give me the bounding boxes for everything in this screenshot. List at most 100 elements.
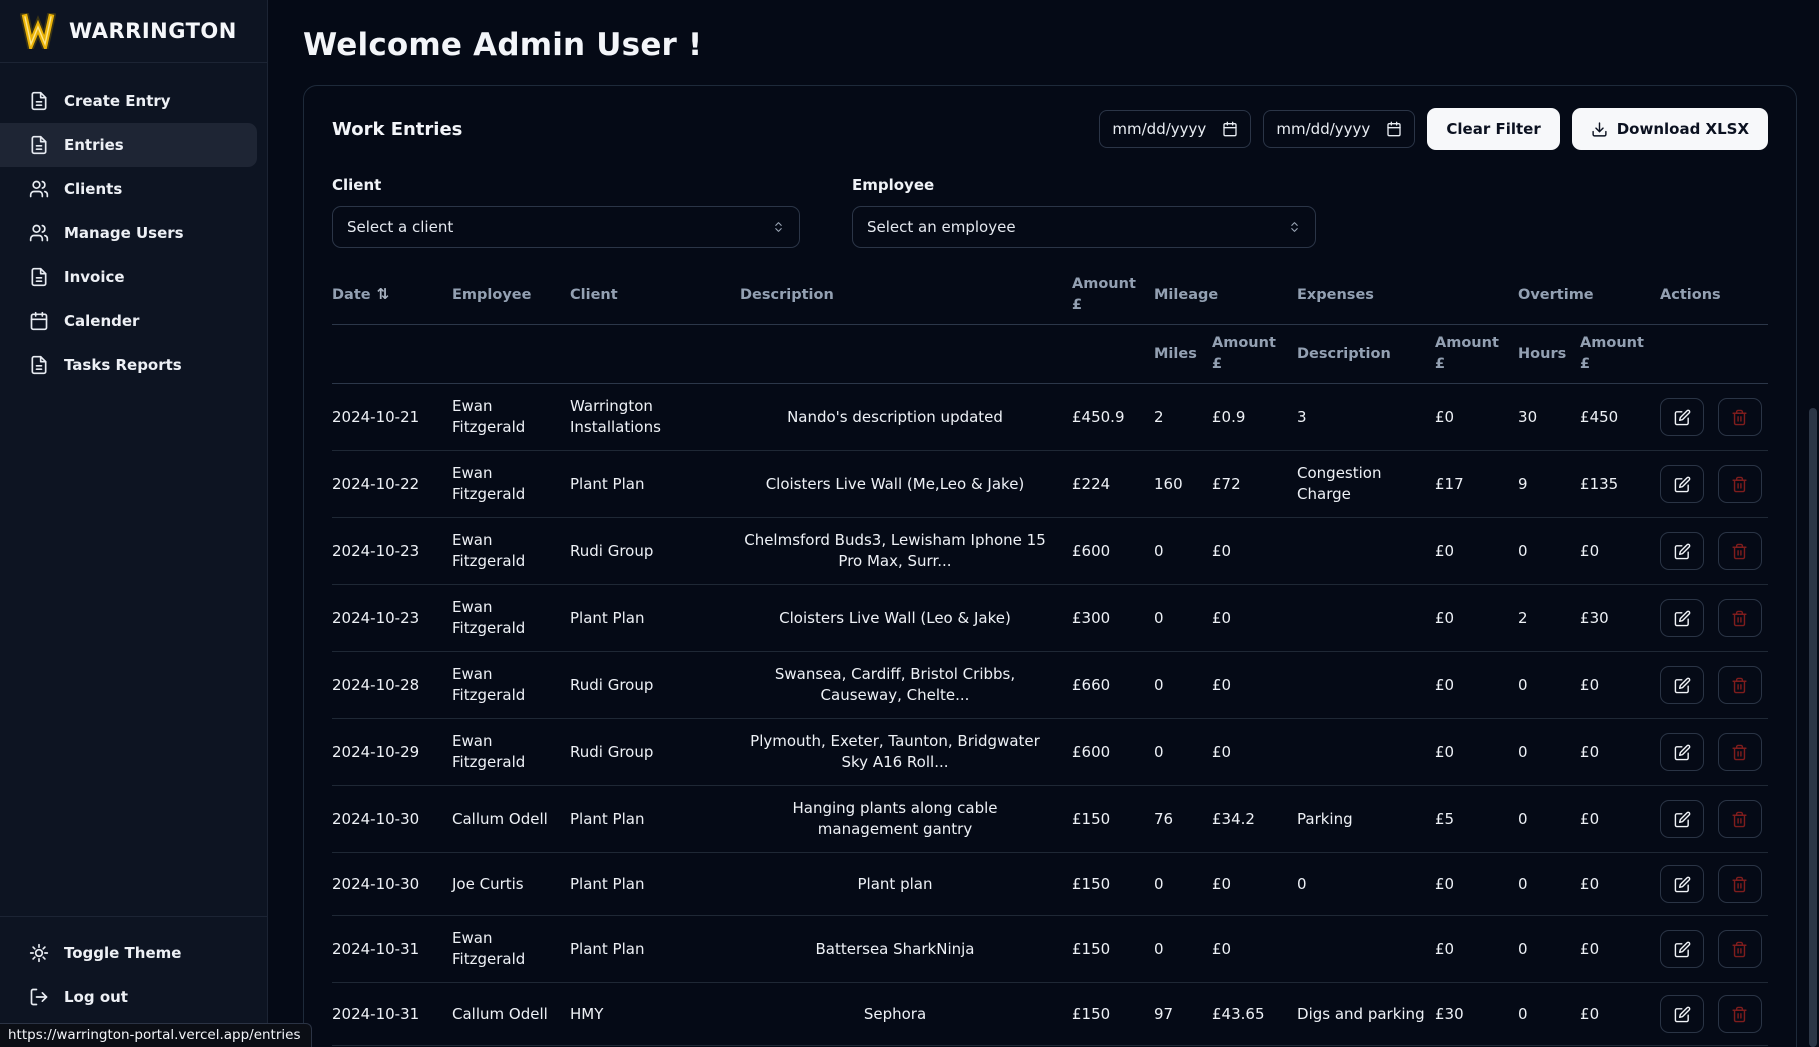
cell-overtime-amount: £30 xyxy=(1580,585,1660,652)
sidebar-item[interactable]: Manage Users xyxy=(0,211,267,255)
sidebar: WARRINGTON Create Entry Entries Clients … xyxy=(0,0,268,1047)
table-row: 2024-10-31 Ewan Fitzgerald Plant Plan Ba… xyxy=(332,916,1768,983)
cell-client: Plant Plan xyxy=(570,451,740,518)
edit-button[interactable] xyxy=(1660,930,1704,968)
edit-button[interactable] xyxy=(1660,995,1704,1033)
clear-filter-button[interactable]: Clear Filter xyxy=(1427,108,1559,150)
cell-description: Battersea SharkNinja xyxy=(740,916,1072,983)
cell-expenses-amount: £0 xyxy=(1435,384,1518,451)
cell-employee: Ewan Fitzgerald xyxy=(452,719,570,786)
trash-icon xyxy=(1731,941,1748,958)
cell-overtime-amount: £0 xyxy=(1580,652,1660,719)
cell-mileage-amount: £0.9 xyxy=(1212,384,1297,451)
cell-miles: 160 xyxy=(1154,451,1212,518)
delete-button[interactable] xyxy=(1718,398,1762,436)
edit-button[interactable] xyxy=(1660,398,1704,436)
cell-client: Plant Plan xyxy=(570,853,740,916)
brand-name: WARRINGTON xyxy=(69,19,237,43)
sidebar-item-icon xyxy=(29,91,49,111)
table-row: 2024-10-30 Callum Odell Plant Plan Hangi… xyxy=(332,786,1768,853)
cell-expenses-description: 3 xyxy=(1297,384,1435,451)
edit-button[interactable] xyxy=(1660,465,1704,503)
cell-miles: 0 xyxy=(1154,853,1212,916)
sidebar-item-icon xyxy=(29,179,49,199)
scrollbar[interactable] xyxy=(1809,408,1817,1047)
employee-select[interactable]: Select an employee xyxy=(852,206,1316,248)
col-subheader-mileage-amount: Amount £ xyxy=(1212,325,1297,384)
calendar-icon[interactable] xyxy=(1222,121,1238,137)
cell-hours: 30 xyxy=(1518,384,1580,451)
clear-filter-label: Clear Filter xyxy=(1446,120,1540,138)
edit-icon xyxy=(1674,409,1691,426)
trash-icon xyxy=(1731,543,1748,560)
edit-button[interactable] xyxy=(1660,666,1704,704)
cell-amount: £450.9 xyxy=(1072,384,1154,451)
cell-overtime-amount: £0 xyxy=(1580,983,1660,1046)
edit-button[interactable] xyxy=(1660,800,1704,838)
sidebar-item[interactable]: Invoice xyxy=(0,255,267,299)
delete-button[interactable] xyxy=(1718,930,1762,968)
date-to-input[interactable]: mm/dd/yyyy xyxy=(1263,110,1415,148)
sidebar-item-label: Create Entry xyxy=(64,92,171,110)
date-from-input[interactable]: mm/dd/yyyy xyxy=(1099,110,1251,148)
delete-button[interactable] xyxy=(1718,733,1762,771)
edit-button[interactable] xyxy=(1660,532,1704,570)
delete-button[interactable] xyxy=(1718,532,1762,570)
delete-button[interactable] xyxy=(1718,599,1762,637)
edit-icon xyxy=(1674,543,1691,560)
cell-miles: 0 xyxy=(1154,518,1212,585)
cell-date: 2024-10-23 xyxy=(332,585,452,652)
cell-mileage-amount: £0 xyxy=(1212,719,1297,786)
cell-description: Hanging plants along cable management ga… xyxy=(740,786,1072,853)
cell-overtime-amount: £450 xyxy=(1580,384,1660,451)
download-xlsx-button[interactable]: Download XLSX xyxy=(1572,108,1768,150)
cell-mileage-amount: £72 xyxy=(1212,451,1297,518)
cell-amount: £600 xyxy=(1072,719,1154,786)
sort-icon[interactable]: ⇅ xyxy=(377,285,390,303)
sidebar-nav: Create Entry Entries Clients Manage User… xyxy=(0,63,267,387)
col-header-client: Client xyxy=(570,272,740,325)
cell-overtime-amount: £135 xyxy=(1580,451,1660,518)
trash-icon xyxy=(1731,744,1748,761)
cell-overtime-amount: £0 xyxy=(1580,719,1660,786)
employee-select-value: Select an employee xyxy=(867,218,1016,236)
sidebar-item[interactable]: Clients xyxy=(0,167,267,211)
sidebar-footer-item[interactable]: Log out xyxy=(0,975,267,1019)
cell-client: Plant Plan xyxy=(570,786,740,853)
col-subheader-hours: Hours xyxy=(1518,325,1580,384)
client-select[interactable]: Select a client xyxy=(332,206,800,248)
cell-description: Swansea, Cardiff, Bristol Cribbs, Causew… xyxy=(740,652,1072,719)
col-subheader-expenses-description: Description xyxy=(1297,325,1435,384)
sidebar-item[interactable]: Create Entry xyxy=(0,79,267,123)
cell-expenses-amount: £0 xyxy=(1435,585,1518,652)
sidebar-item[interactable]: Entries xyxy=(0,123,257,167)
delete-button[interactable] xyxy=(1718,865,1762,903)
cell-hours: 0 xyxy=(1518,719,1580,786)
sidebar-item[interactable]: Tasks Reports xyxy=(0,343,267,387)
sidebar-item-icon xyxy=(29,355,49,375)
edit-button[interactable] xyxy=(1660,599,1704,637)
col-header-expenses: Expenses xyxy=(1297,272,1518,325)
edit-button[interactable] xyxy=(1660,865,1704,903)
cell-expenses-amount: £30 xyxy=(1435,983,1518,1046)
sidebar-item[interactable]: Calender xyxy=(0,299,267,343)
cell-expenses-description: Parking xyxy=(1297,786,1435,853)
edit-button[interactable] xyxy=(1660,733,1704,771)
cell-amount: £150 xyxy=(1072,916,1154,983)
sidebar-footer-label: Toggle Theme xyxy=(64,944,181,962)
delete-button[interactable] xyxy=(1718,666,1762,704)
delete-button[interactable] xyxy=(1718,465,1762,503)
delete-button[interactable] xyxy=(1718,995,1762,1033)
sidebar-footer-item[interactable]: Toggle Theme xyxy=(0,931,267,975)
trash-icon xyxy=(1731,610,1748,627)
cell-miles: 0 xyxy=(1154,652,1212,719)
cell-miles: 97 xyxy=(1154,983,1212,1046)
edit-icon xyxy=(1674,610,1691,627)
delete-button[interactable] xyxy=(1718,800,1762,838)
calendar-icon[interactable] xyxy=(1386,121,1402,137)
cell-overtime-amount: £0 xyxy=(1580,853,1660,916)
col-header-date[interactable]: Date⇅ xyxy=(332,272,452,325)
table-row: 2024-10-23 Ewan Fitzgerald Rudi Group Ch… xyxy=(332,518,1768,585)
cell-miles: 0 xyxy=(1154,916,1212,983)
cell-amount: £660 xyxy=(1072,652,1154,719)
